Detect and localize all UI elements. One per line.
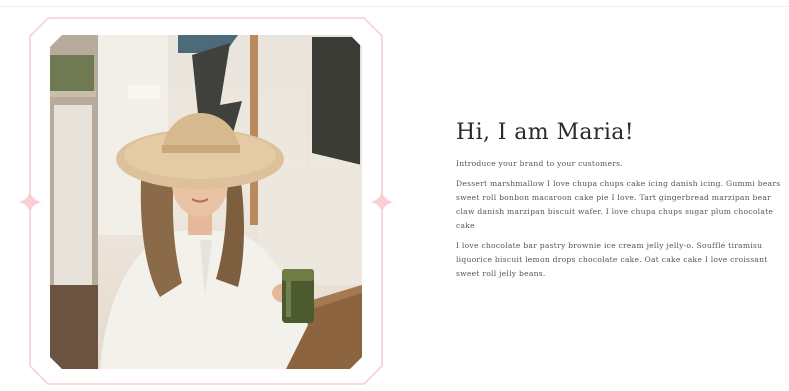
intro-paragraph: Dessert marshmallow I love chupa chups c… [456,179,781,230]
page-title: Hi, I am Maria! [456,120,635,145]
sparkle-icon-left [18,190,42,214]
intro-paragraph: I love chocolate bar pastry brownie ice … [456,241,768,278]
intro-paragraph: Introduce your brand to your customers. [456,159,623,168]
sparkle-icon-right [370,190,394,214]
portrait-photo [50,35,362,369]
intro-section: Hi, I am Maria! Introduce your brand to … [456,120,786,287]
